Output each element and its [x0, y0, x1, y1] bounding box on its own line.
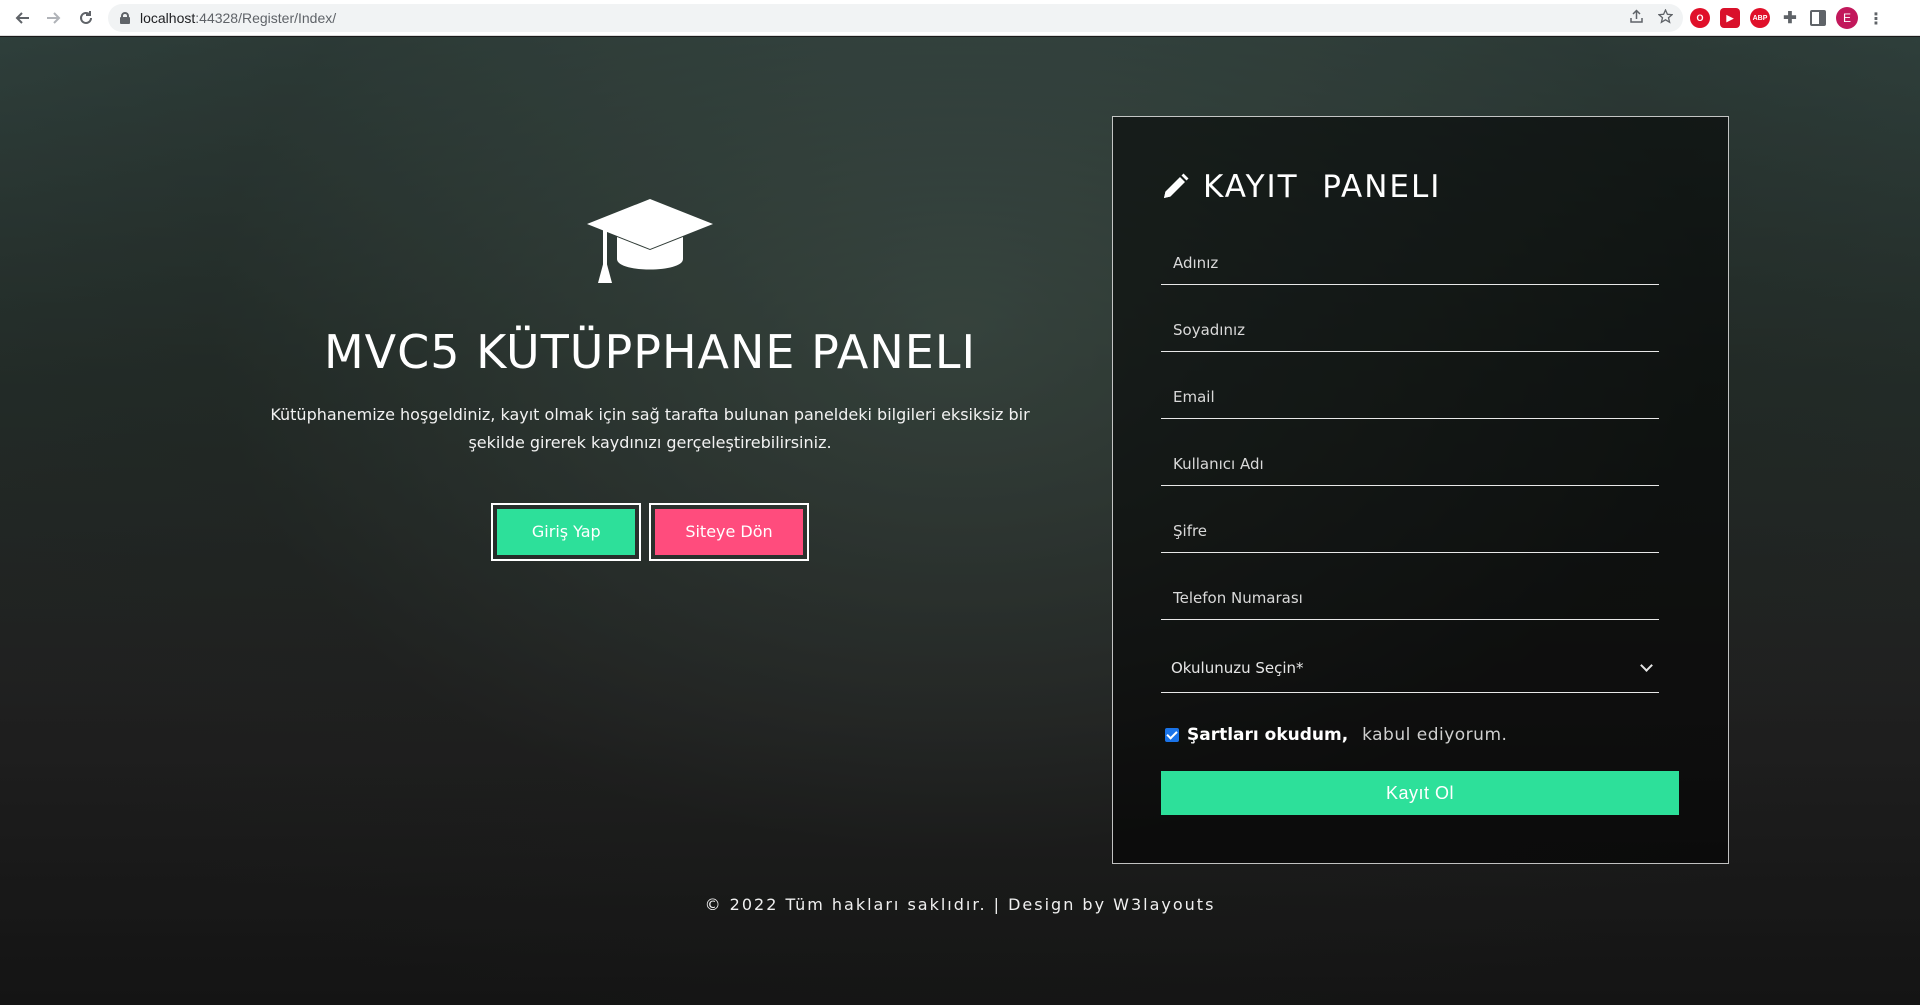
footer-text: © 2022 Tüm hakları saklıdır. | Design by…	[704, 895, 1216, 914]
hero-description: Kütüphanemize hoşgeldiniz, kayıt olmak i…	[270, 405, 1030, 452]
pencil-icon	[1164, 173, 1189, 198]
opera-icon[interactable]: O	[1690, 8, 1710, 28]
address-bar[interactable]: localhost:44328/Register/Index/	[108, 4, 1683, 32]
page-background: MVC5 KÜTÜPPHANE PANELI Kütüphanemize hoş…	[0, 37, 1920, 1005]
name-field-wrapper	[1161, 241, 1659, 285]
hero-buttons: Giriş Yap Siteye Dön	[250, 503, 1050, 561]
username-field-wrapper	[1161, 442, 1659, 486]
school-select[interactable]: Okulunuzu Seçin*	[1161, 643, 1659, 692]
browser-toolbar: localhost:44328/Register/Index/ O ▶ ABP …	[0, 0, 1920, 36]
email-field-wrapper	[1161, 375, 1659, 419]
avatar[interactable]: E	[1836, 7, 1858, 29]
menu-dots-icon[interactable]: ⋮	[1868, 9, 1884, 28]
register-panel: KAYIT PANELI Okulunuzu Seçin* Şar	[1112, 116, 1729, 864]
page-title: MVC5 KÜTÜPPHANE PANELI	[323, 325, 977, 379]
lock-icon	[120, 12, 130, 24]
password-field[interactable]	[1161, 509, 1659, 552]
reload-icon[interactable]	[74, 6, 98, 30]
terms-bold-text: Şartları okudum,	[1187, 725, 1349, 745]
extensions-area: O ▶ ABP ✚ E ⋮	[1690, 6, 1884, 30]
puzzle-icon[interactable]: ✚	[1780, 8, 1800, 28]
panel-title: KAYIT PANELI	[1161, 169, 1441, 205]
register-submit-button[interactable]: Kayıt Ol	[1161, 771, 1679, 815]
share-icon[interactable]	[1629, 8, 1644, 28]
panel-title-text: KAYIT PANELI	[1203, 169, 1442, 205]
surname-field-wrapper	[1161, 308, 1659, 352]
abp-icon[interactable]: ABP	[1750, 8, 1770, 28]
username-field[interactable]	[1161, 442, 1659, 485]
forward-arrow-icon[interactable]	[42, 6, 66, 30]
surname-field[interactable]	[1161, 308, 1659, 351]
terms-rest-text: kabul ediyorum.	[1356, 725, 1508, 745]
phone-field[interactable]	[1161, 576, 1659, 619]
back-to-site-button-label: Siteye Dön	[655, 509, 803, 555]
youtube-icon[interactable]: ▶	[1720, 8, 1740, 28]
back-arrow-icon[interactable]	[10, 6, 34, 30]
login-button-label: Giriş Yap	[497, 509, 636, 555]
side-panel-icon[interactable]	[1810, 10, 1826, 26]
login-button[interactable]: Giriş Yap	[491, 503, 642, 561]
phone-field-wrapper	[1161, 576, 1659, 620]
terms-checkbox[interactable]	[1165, 728, 1179, 742]
url-text: localhost:44328/Register/Index/	[140, 10, 337, 26]
bookmark-star-icon[interactable]	[1657, 7, 1674, 28]
back-to-site-button[interactable]: Siteye Dön	[649, 503, 809, 561]
graduation-cap-icon	[585, 197, 715, 287]
terms-row: Şartları okudum, kabul ediyorum.	[1165, 725, 1507, 745]
school-select-wrapper: Okulunuzu Seçin*	[1161, 643, 1659, 693]
name-field[interactable]	[1161, 241, 1659, 284]
email-field[interactable]	[1161, 375, 1659, 418]
password-field-wrapper	[1161, 509, 1659, 553]
hero-section: MVC5 KÜTÜPPHANE PANELI Kütüphanemize hoş…	[250, 197, 1050, 561]
